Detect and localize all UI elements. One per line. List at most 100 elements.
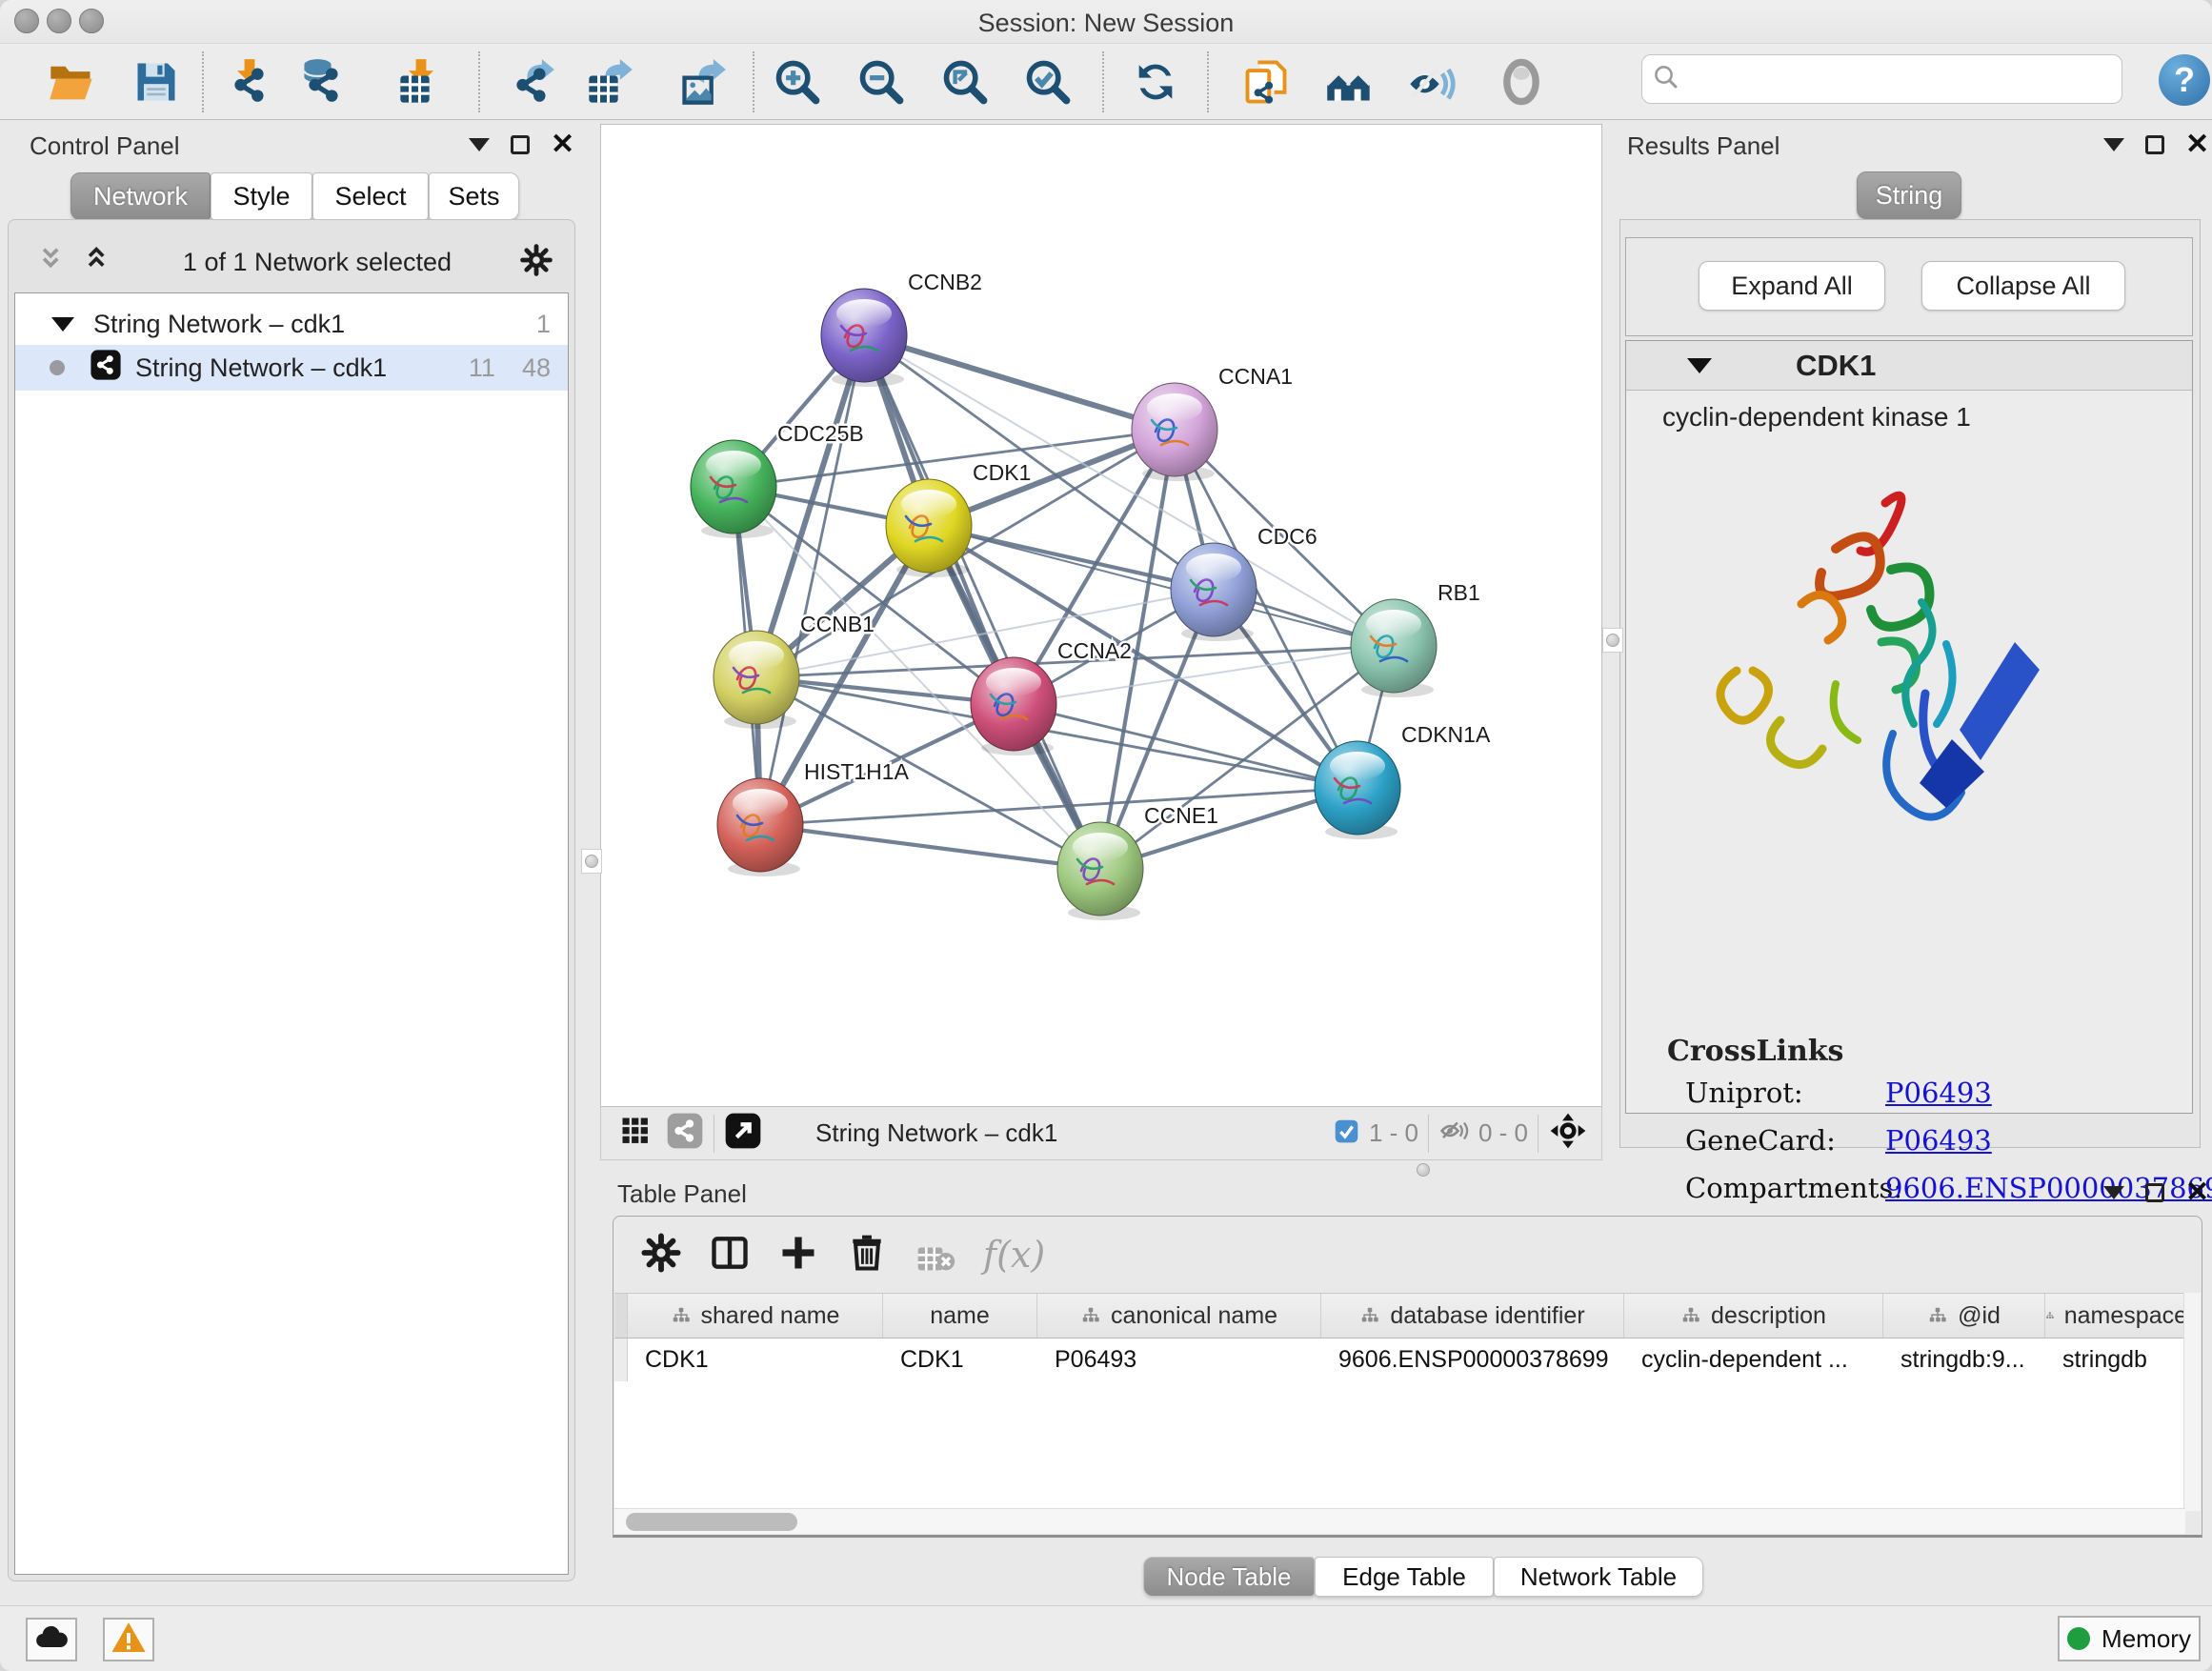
collapse-all-button[interactable]: Collapse All bbox=[1921, 261, 2125, 311]
network-node-ccne1[interactable]: CCNE1 bbox=[1057, 803, 1218, 920]
network-node-rb1[interactable]: RB1 bbox=[1351, 580, 1480, 697]
show-hide-graphics-details-button[interactable] bbox=[1403, 54, 1458, 110]
network-node-ccnb2[interactable]: CCNB2 bbox=[821, 270, 982, 387]
network-canvas[interactable]: CCNB2CCNA1CDC25BCDK1CDC6RB1CCNB1CCNA2CDK… bbox=[600, 124, 1602, 1107]
crosslink-link[interactable]: P06493 bbox=[1885, 1077, 1992, 1109]
column-header-database-identifier[interactable]: database identifier bbox=[1321, 1294, 1624, 1338]
tab-edge-table[interactable]: Edge Table bbox=[1315, 1557, 1494, 1597]
control-panel-menu-icon[interactable] bbox=[469, 138, 490, 151]
table-panel-close-icon[interactable]: ✕ bbox=[2185, 1183, 2209, 1202]
table-horizontal-scrollbar[interactable] bbox=[614, 1508, 2185, 1534]
open-session-button[interactable] bbox=[44, 54, 99, 110]
tab-network[interactable]: Network bbox=[70, 172, 211, 220]
cell-name[interactable]: CDK1 bbox=[883, 1339, 1037, 1381]
cell-namespace[interactable]: stringdb bbox=[2045, 1339, 2188, 1381]
zoom-out-button[interactable] bbox=[854, 54, 909, 110]
cell-description[interactable]: cyclin-dependent ... bbox=[1624, 1339, 1883, 1381]
network-collection-row[interactable]: String Network – cdk1 1 bbox=[15, 301, 568, 347]
right-splitter-handle[interactable] bbox=[1602, 628, 1623, 653]
network-edge[interactable] bbox=[864, 335, 1100, 869]
help-button[interactable]: ? bbox=[2159, 54, 2210, 106]
cell--id[interactable]: stringdb:9... bbox=[1883, 1339, 2045, 1381]
search-icon bbox=[1652, 63, 1680, 96]
delete-row-button[interactable] bbox=[846, 1232, 888, 1278]
network-edge[interactable] bbox=[929, 526, 1394, 646]
grid-view-icon[interactable] bbox=[618, 1114, 653, 1153]
import-table-file-button[interactable] bbox=[393, 54, 449, 110]
toggle-column-button[interactable] bbox=[709, 1232, 751, 1278]
network-edge[interactable] bbox=[760, 825, 1100, 869]
column-header--id[interactable]: @id bbox=[1883, 1294, 2045, 1338]
collapse-all-icon[interactable] bbox=[37, 244, 70, 281]
cloud-button[interactable] bbox=[26, 1618, 77, 1661]
left-splitter-handle[interactable] bbox=[581, 849, 602, 874]
network-node-ccna1[interactable]: CCNA1 bbox=[1132, 364, 1293, 481]
table-row[interactable]: CDK1CDK1P064939606.ENSP00000378699cyclin… bbox=[614, 1339, 2188, 1381]
table-panel-menu-icon[interactable] bbox=[2103, 1186, 2124, 1199]
render-detail-orb-button[interactable] bbox=[1494, 54, 1549, 110]
zoom-in-button[interactable] bbox=[770, 54, 825, 110]
control-panel-close-icon[interactable]: ✕ bbox=[551, 135, 574, 154]
import-network-database-button[interactable] bbox=[296, 54, 352, 110]
network-graph[interactable]: CCNB2CCNA1CDC25BCDK1CDC6RB1CCNB1CCNA2CDK… bbox=[601, 125, 1601, 1106]
cell-database-identifier[interactable]: 9606.ENSP00000378699 bbox=[1321, 1339, 1624, 1381]
network-options-gear-icon[interactable] bbox=[519, 243, 553, 282]
houses-button[interactable] bbox=[1321, 54, 1377, 110]
search-input[interactable] bbox=[1680, 64, 2112, 95]
network-node-cdc6[interactable]: CDC6 bbox=[1171, 524, 1317, 641]
tab-string[interactable]: String bbox=[1857, 171, 1961, 219]
column-type-icon bbox=[1359, 1305, 1380, 1326]
control-panel-float-icon[interactable] bbox=[511, 135, 530, 154]
new-network-from-selection-button[interactable] bbox=[1238, 54, 1294, 110]
export-network-button[interactable] bbox=[504, 54, 559, 110]
network-row-selected[interactable]: String Network – cdk1 11 48 bbox=[15, 345, 568, 391]
horizontal-scroll-thumb[interactable] bbox=[626, 1513, 797, 1531]
column-header-namespace[interactable]: namespace bbox=[2045, 1294, 2188, 1338]
show-hide-graphics-details-icon bbox=[1406, 57, 1456, 107]
bottom-splitter-handle[interactable] bbox=[1410, 1161, 1437, 1178]
apply-preferred-layout-button[interactable] bbox=[1128, 54, 1183, 110]
warnings-button[interactable] bbox=[103, 1618, 154, 1661]
results-panel-menu-icon[interactable] bbox=[2103, 138, 2124, 151]
save-session-button[interactable] bbox=[129, 54, 184, 110]
export-image-button[interactable] bbox=[675, 54, 731, 110]
network-edge[interactable] bbox=[760, 335, 864, 825]
memory-button[interactable]: Memory bbox=[2058, 1616, 2201, 1661]
pan-crosshair-icon[interactable] bbox=[1548, 1111, 1588, 1156]
table-panel-float-icon[interactable] bbox=[2145, 1183, 2164, 1202]
export-view-icon[interactable] bbox=[724, 1112, 762, 1155]
expand-all-icon[interactable] bbox=[83, 244, 115, 281]
tab-network-table[interactable]: Network Table bbox=[1494, 1557, 1703, 1597]
column-header-name[interactable]: name bbox=[883, 1294, 1037, 1338]
title-bar: Session: New Session bbox=[0, 0, 2212, 44]
settings-gear-button[interactable] bbox=[640, 1232, 682, 1278]
network-view-icon[interactable] bbox=[666, 1112, 704, 1155]
column-header-shared-name[interactable]: shared name bbox=[628, 1294, 883, 1338]
gene-expander-icon[interactable] bbox=[1687, 358, 1712, 373]
column-label: shared name bbox=[701, 1302, 840, 1330]
tab-sets[interactable]: Sets bbox=[429, 172, 519, 220]
cell-canonical-name[interactable]: P06493 bbox=[1037, 1339, 1321, 1381]
cell-shared-name[interactable]: CDK1 bbox=[628, 1339, 883, 1381]
gene-card-header[interactable]: CDK1 bbox=[1626, 341, 2192, 391]
table-vertical-scrollbar[interactable] bbox=[2183, 1293, 2201, 1511]
zoom-selected-button[interactable] bbox=[1020, 54, 1076, 110]
zoom-fit-button[interactable] bbox=[937, 54, 993, 110]
results-panel-close-icon[interactable]: ✕ bbox=[2185, 135, 2209, 154]
column-header-canonical-name[interactable]: canonical name bbox=[1037, 1294, 1321, 1338]
results-panel-float-icon[interactable] bbox=[2145, 135, 2164, 154]
network-edge[interactable] bbox=[864, 335, 1175, 430]
collection-expander-icon[interactable] bbox=[51, 317, 74, 332]
add-row-button[interactable] bbox=[777, 1232, 819, 1278]
column-header-description[interactable]: description bbox=[1624, 1294, 1883, 1338]
crosslink-link[interactable]: P06493 bbox=[1885, 1124, 1992, 1157]
selected-checkbox[interactable] bbox=[1334, 1118, 1359, 1149]
tab-node-table[interactable]: Node Table bbox=[1143, 1557, 1315, 1597]
export-table-button[interactable] bbox=[582, 54, 637, 110]
tab-select[interactable]: Select bbox=[312, 172, 429, 220]
expand-all-button[interactable]: Expand All bbox=[1699, 261, 1885, 311]
import-network-file-button[interactable] bbox=[222, 54, 277, 110]
tab-style[interactable]: Style bbox=[211, 172, 312, 220]
network-node-cdk1[interactable]: CDK1 bbox=[886, 460, 1031, 577]
network-node-cdkn1a[interactable]: CDKN1A bbox=[1315, 722, 1491, 839]
